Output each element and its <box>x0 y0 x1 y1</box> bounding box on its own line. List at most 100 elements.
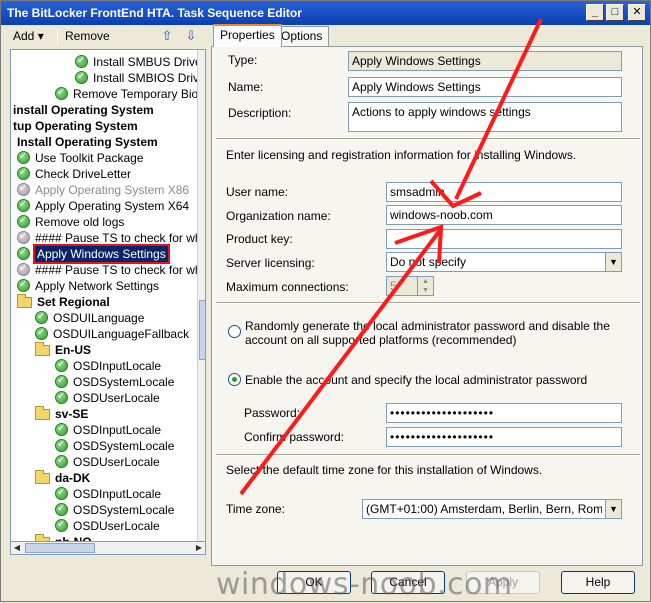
tree-item[interactable]: OSDUILanguageFallback <box>35 325 189 342</box>
check-icon <box>17 149 30 165</box>
confirm-password-input[interactable]: •••••••••••••••••••• <box>386 427 622 447</box>
tree-item[interactable]: OSDInputLocale <box>55 357 162 374</box>
check-icon <box>35 325 48 341</box>
tree-horizontal-scrollbar[interactable]: ◀ ▶ <box>10 541 206 555</box>
task-sequence-tree[interactable]: nb-NOOSDUserLocaleOSDSystemLocaleOSDInpu… <box>10 49 206 553</box>
time-zone-label: Time zone: <box>226 502 285 516</box>
product-key-input[interactable] <box>386 229 622 249</box>
tree-item[interactable]: Set Regional <box>17 294 110 310</box>
remove-button[interactable]: Remove <box>65 29 110 43</box>
close-icon[interactable]: ✕ <box>628 4 646 21</box>
password-input[interactable]: •••••••••••••••••••• <box>386 403 622 423</box>
maximum-connections-value: 5 <box>390 279 397 293</box>
tree-item[interactable]: tup Operating System <box>13 118 138 134</box>
tree-item-label: OSDUILanguage <box>53 311 145 325</box>
maximum-connections-stepper[interactable]: 5 ▲ ▼ <box>386 276 434 296</box>
tree-item[interactable]: Check DriveLetter <box>17 165 132 182</box>
add-menu-button[interactable]: Add ▾ <box>13 29 44 43</box>
tree-item[interactable]: #### Pause TS to check for wh <box>17 261 202 278</box>
check-icon <box>55 85 68 101</box>
divider-2 <box>216 302 640 304</box>
tree-item[interactable]: Apply Operating System X86 <box>17 181 189 198</box>
tree-item-label: Remove old logs <box>35 215 125 229</box>
scroll-left-icon[interactable]: ◀ <box>11 542 23 554</box>
tree-toolbar: Add ▾ Remove ⇧ ⇩ <box>7 27 207 47</box>
tree-item[interactable]: OSDUserLocale <box>55 389 160 406</box>
tree-item-label: Install SMBIOS Driver <box>93 71 206 85</box>
tree-item[interactable]: Apply Operating System X64 <box>17 197 190 214</box>
type-label: Type: <box>228 53 258 67</box>
check-icon <box>55 421 68 437</box>
tree-item-label: sv-SE <box>55 407 89 421</box>
maximum-connections-label: Maximum connections: <box>226 280 349 294</box>
minimize-icon[interactable]: _ <box>586 4 604 21</box>
tree-item[interactable]: Remove old logs <box>17 213 125 230</box>
watermark: windows-noob.com <box>216 567 513 602</box>
tree-item-label: OSDUserLocale <box>73 455 160 469</box>
time-zone-select[interactable]: (GMT+01:00) Amsterdam, Berlin, Bern, Rom… <box>362 499 622 519</box>
tree-item[interactable]: En-US <box>35 342 91 358</box>
tree-item[interactable]: Install SMBUS Driver <box>75 53 205 70</box>
check-icon <box>55 517 68 533</box>
check-icon <box>55 437 68 453</box>
maximize-icon[interactable]: □ <box>606 4 624 21</box>
tree-item-label: Check DriveLetter <box>35 167 132 181</box>
tree-item[interactable]: install Operating System <box>13 102 154 118</box>
tree-item[interactable]: OSDUserLocale <box>55 517 160 534</box>
tab-properties[interactable]: Properties <box>213 24 282 47</box>
tree-hscroll-thumb[interactable] <box>25 543 95 553</box>
tree-item-label: OSDSystemLocale <box>73 439 175 453</box>
spinner-arrows-icon[interactable]: ▲ ▼ <box>417 277 433 295</box>
tree-item-label: OSDInputLocale <box>73 487 162 501</box>
tree-item[interactable]: OSDUILanguage <box>35 309 145 326</box>
move-down-icon[interactable]: ⇩ <box>183 28 199 44</box>
tree-item[interactable]: Install Operating System <box>17 134 158 150</box>
tree-item-label: Apply Operating System X64 <box>35 199 190 213</box>
tree-item-label: Apply Windows Settings <box>33 244 170 264</box>
tree-scroll-thumb[interactable] <box>199 300 205 360</box>
check-icon <box>17 213 30 229</box>
tree-item[interactable]: OSDSystemLocale <box>55 437 175 454</box>
tree-item[interactable]: OSDSystemLocale <box>55 373 174 390</box>
tree-item[interactable]: sv-SE <box>35 406 88 422</box>
tree-item-label: En-US <box>55 343 91 357</box>
chevron-down-icon[interactable]: ▼ <box>605 253 621 271</box>
name-input[interactable]: Apply Windows Settings <box>348 77 622 97</box>
tree-item[interactable]: Install SMBIOS Driver <box>75 69 206 86</box>
chevron-down-icon[interactable]: ▼ <box>605 500 621 518</box>
tree-item[interactable]: Remove Temporary Bios <box>55 85 205 102</box>
check-icon <box>17 261 30 277</box>
tree-item-label: Install Operating System <box>17 135 158 149</box>
tree-item-label: OSDInputLocale <box>73 359 162 373</box>
tree-item-label: install Operating System <box>13 103 154 117</box>
check-icon <box>17 197 30 213</box>
random-password-radio[interactable] <box>228 325 241 338</box>
enable-account-radio[interactable] <box>228 373 241 386</box>
check-icon <box>35 309 48 325</box>
tree-item-label: Remove Temporary Bios <box>73 87 205 101</box>
tree-item-label: da-DK <box>55 471 91 485</box>
tree-item[interactable]: OSDInputLocale <box>55 485 162 502</box>
description-input[interactable]: Actions to apply windows settings <box>348 102 622 132</box>
move-up-icon[interactable]: ⇧ <box>159 28 175 44</box>
tree-item[interactable]: Apply Network Settings <box>17 277 159 294</box>
folder-icon <box>17 294 32 308</box>
organization-name-input[interactable]: windows-noob.com <box>386 205 622 225</box>
confirm-password-label: Confirm password: <box>244 430 345 444</box>
tree-item[interactable]: da-DK <box>35 470 90 486</box>
title-bar: The BitLocker FrontEnd HTA. Task Sequenc… <box>1 1 650 25</box>
check-icon <box>55 357 68 373</box>
help-button[interactable]: Help <box>561 571 635 594</box>
tree-item[interactable]: OSDSystemLocale <box>55 501 174 518</box>
tree-item[interactable]: Use Toolkit Package <box>17 149 144 166</box>
tree-item[interactable]: OSDInputLocale <box>55 421 161 438</box>
tree-vertical-scrollbar[interactable] <box>197 50 205 552</box>
tab-options[interactable]: Options <box>274 26 330 46</box>
tree-item[interactable]: OSDUserLocale <box>55 453 160 470</box>
server-licensing-select[interactable]: Do not specify ▼ <box>386 252 622 272</box>
user-name-input[interactable]: smsadmin <box>386 182 622 202</box>
check-icon <box>17 229 30 245</box>
tree-item[interactable]: Apply Windows Settings <box>17 244 170 264</box>
tree-item[interactable]: #### Pause TS to check for wh <box>17 229 202 246</box>
scroll-right-icon[interactable]: ▶ <box>193 542 205 554</box>
